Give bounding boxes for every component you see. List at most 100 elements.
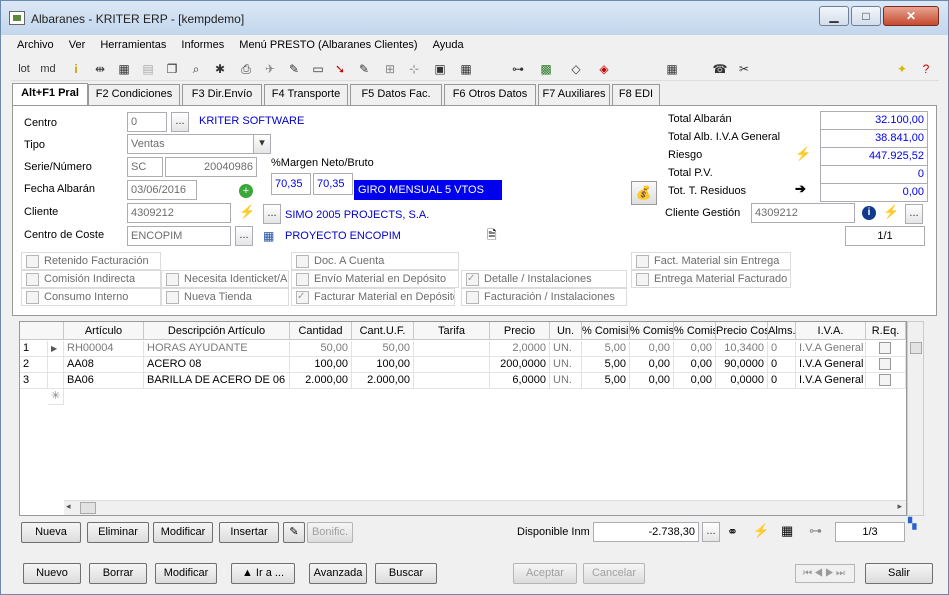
row-comision2[interactable]: 0,00: [630, 373, 674, 389]
grid-header-comision2[interactable]: % Comis.: [630, 322, 674, 340]
row-precio[interactable]: 200,0000: [490, 357, 550, 373]
gestion-lightning-icon[interactable]: ⚡: [883, 204, 899, 220]
row-precio-coste[interactable]: 10,3400: [716, 341, 768, 357]
row-comision3[interactable]: 0,00: [674, 357, 716, 373]
facturacion-instalaciones-checkbox[interactable]: Facturación / Instalaciones: [461, 288, 627, 306]
menu-ayuda[interactable]: Ayuda: [427, 37, 470, 53]
buscar-button[interactable]: Buscar: [375, 563, 437, 584]
record-navigation-icon[interactable]: ⏮◀▶⏭: [795, 564, 855, 583]
row-un[interactable]: UN.: [550, 373, 582, 389]
row-tarifa[interactable]: [414, 341, 490, 357]
tab-condiciones[interactable]: F2 Condiciones: [88, 84, 180, 105]
row-comision3[interactable]: 0,00: [674, 373, 716, 389]
menu-ver[interactable]: Ver: [63, 37, 92, 53]
horizontal-scrollbar[interactable]: ◂ ▸: [64, 500, 906, 515]
tree-icon[interactable]: ⊞: [381, 60, 399, 78]
forma-pago-field[interactable]: GIRO MENSUAL 5 VTOS: [354, 180, 502, 200]
row-iva[interactable]: I.V.A General: [796, 373, 866, 389]
print-icon[interactable]: ⎙: [237, 60, 255, 78]
row-comision1[interactable]: 5,00: [582, 357, 630, 373]
row-comision2[interactable]: 0,00: [630, 341, 674, 357]
add-icon[interactable]: +: [239, 184, 253, 198]
row-cant-uf[interactable]: 100,00: [352, 357, 414, 373]
binoculars-icon[interactable]: ⚭: [727, 524, 738, 540]
grid-header-comision1[interactable]: % Comisió: [582, 322, 630, 340]
document-check-icon[interactable]: 🗎: [487, 226, 497, 247]
minimize-button[interactable]: ▁: [819, 6, 849, 26]
row-precio[interactable]: 6,0000: [490, 373, 550, 389]
comision-indirecta-checkbox[interactable]: Comisión Indirecta: [21, 270, 161, 288]
grid-header-comision3[interactable]: % Comis.: [674, 322, 716, 340]
menu-archivo[interactable]: Archivo: [11, 37, 60, 53]
info-circle-icon[interactable]: i: [862, 206, 876, 220]
coste-lookup-button[interactable]: ...: [235, 226, 253, 246]
envio-deposito-checkbox[interactable]: Envío Material en Depósito: [291, 270, 459, 288]
cancelar-button[interactable]: Cancelar: [583, 563, 645, 584]
row-articulo[interactable]: RH00004: [64, 341, 144, 357]
nueva-line-button[interactable]: Nueva: [21, 522, 81, 543]
preview-icon[interactable]: ⌕: [187, 60, 205, 78]
retenido-facturacion-checkbox[interactable]: Retenido Facturación: [21, 252, 161, 270]
grid-header-alms[interactable]: Alms.: [768, 322, 796, 340]
network-icon[interactable]: ⊹: [405, 60, 423, 78]
serie-field[interactable]: SC: [127, 157, 163, 177]
bonific-button[interactable]: Bonific.: [307, 522, 353, 543]
paperclip-icon[interactable]: ✂: [735, 60, 753, 78]
grid-header-un[interactable]: Un.: [550, 322, 582, 340]
new-row-icon[interactable]: ✳: [48, 389, 64, 405]
row-cantidad[interactable]: 2.000,00: [290, 373, 352, 389]
row-descripcion[interactable]: ACERO 08: [144, 357, 290, 373]
row-cant-uf[interactable]: 50,00: [352, 341, 414, 357]
tab-principal[interactable]: Alt+F1 Pral: [12, 83, 88, 106]
hierarchy-icon[interactable]: ⊶: [509, 60, 527, 78]
entrega-facturado-checkbox[interactable]: Entrega Material Facturado: [631, 270, 791, 288]
md-button[interactable]: md: [39, 60, 57, 78]
row-tarifa[interactable]: [414, 357, 490, 373]
tab-datos-fac[interactable]: F5 Datos Fac.: [350, 84, 442, 105]
row-req-checkbox[interactable]: [879, 342, 891, 355]
row-comision1[interactable]: 5,00: [582, 373, 630, 389]
grid-header-iva[interactable]: I.V.A.: [796, 322, 866, 340]
row-iva[interactable]: I.V.A General: [796, 341, 866, 357]
table-icon[interactable]: ▦: [457, 60, 475, 78]
tag-icon[interactable]: ◈: [595, 60, 613, 78]
modificar-button[interactable]: Modificar: [155, 563, 217, 584]
scroll-left-icon[interactable]: ◂: [66, 501, 71, 512]
row-precio-coste[interactable]: 0,0000: [716, 373, 768, 389]
tab-dir-envio[interactable]: F3 Dir.Envío: [182, 84, 262, 105]
edit-icon[interactable]: ✎: [285, 60, 303, 78]
nuevo-button[interactable]: Nuevo: [23, 563, 81, 584]
tree-view-icon[interactable]: ⊶: [809, 523, 822, 539]
stack-icon[interactable]: ◇: [567, 60, 585, 78]
copy-icon[interactable]: ❐: [163, 60, 181, 78]
row-comision1[interactable]: 5,00: [582, 341, 630, 357]
row-articulo[interactable]: AA08: [64, 357, 144, 373]
eliminar-line-button[interactable]: Eliminar: [87, 522, 149, 543]
consumo-interno-checkbox[interactable]: Consumo Interno: [21, 288, 161, 306]
riesgo-lightning-icon[interactable]: ⚡: [795, 146, 811, 162]
lightning-icon[interactable]: ⚡: [239, 204, 255, 220]
tab-edi[interactable]: F8 EDI: [612, 84, 660, 105]
row-alms[interactable]: 0: [768, 357, 796, 373]
modificar-line-button[interactable]: Modificar: [153, 522, 213, 543]
numero-field[interactable]: 20040986: [165, 157, 257, 177]
arrow-right-icon[interactable]: ➔: [795, 181, 806, 197]
pin-icon[interactable]: ✎: [355, 60, 373, 78]
vertical-scrollbar[interactable]: [907, 321, 924, 516]
tools-icon[interactable]: ✈: [261, 60, 279, 78]
menu-presto[interactable]: Menú PRESTO (Albaranes Clientes): [233, 37, 423, 53]
row-req-checkbox[interactable]: [879, 374, 891, 387]
lightbulb-icon[interactable]: ✦: [893, 60, 911, 78]
necesita-identicket-checkbox[interactable]: Necesita Identicket/A: [161, 270, 289, 288]
color-grid-icon[interactable]: ▚: [908, 517, 916, 530]
grid-header-precio-coste[interactable]: Precio Cost: [716, 322, 768, 340]
row-comision3[interactable]: 0,00: [674, 341, 716, 357]
money-bag-icon[interactable]: 💰: [631, 181, 657, 205]
grid-icon[interactable]: ▤: [139, 60, 157, 78]
row-alms[interactable]: 0: [768, 341, 796, 357]
star-icon[interactable]: ✱: [211, 60, 229, 78]
calc2-icon[interactable]: ▦: [663, 60, 681, 78]
row-precio-coste[interactable]: 90,0000: [716, 357, 768, 373]
menu-informes[interactable]: Informes: [175, 37, 230, 53]
facturar-deposito-checkbox[interactable]: Facturar Material en Depósito: [291, 288, 455, 306]
